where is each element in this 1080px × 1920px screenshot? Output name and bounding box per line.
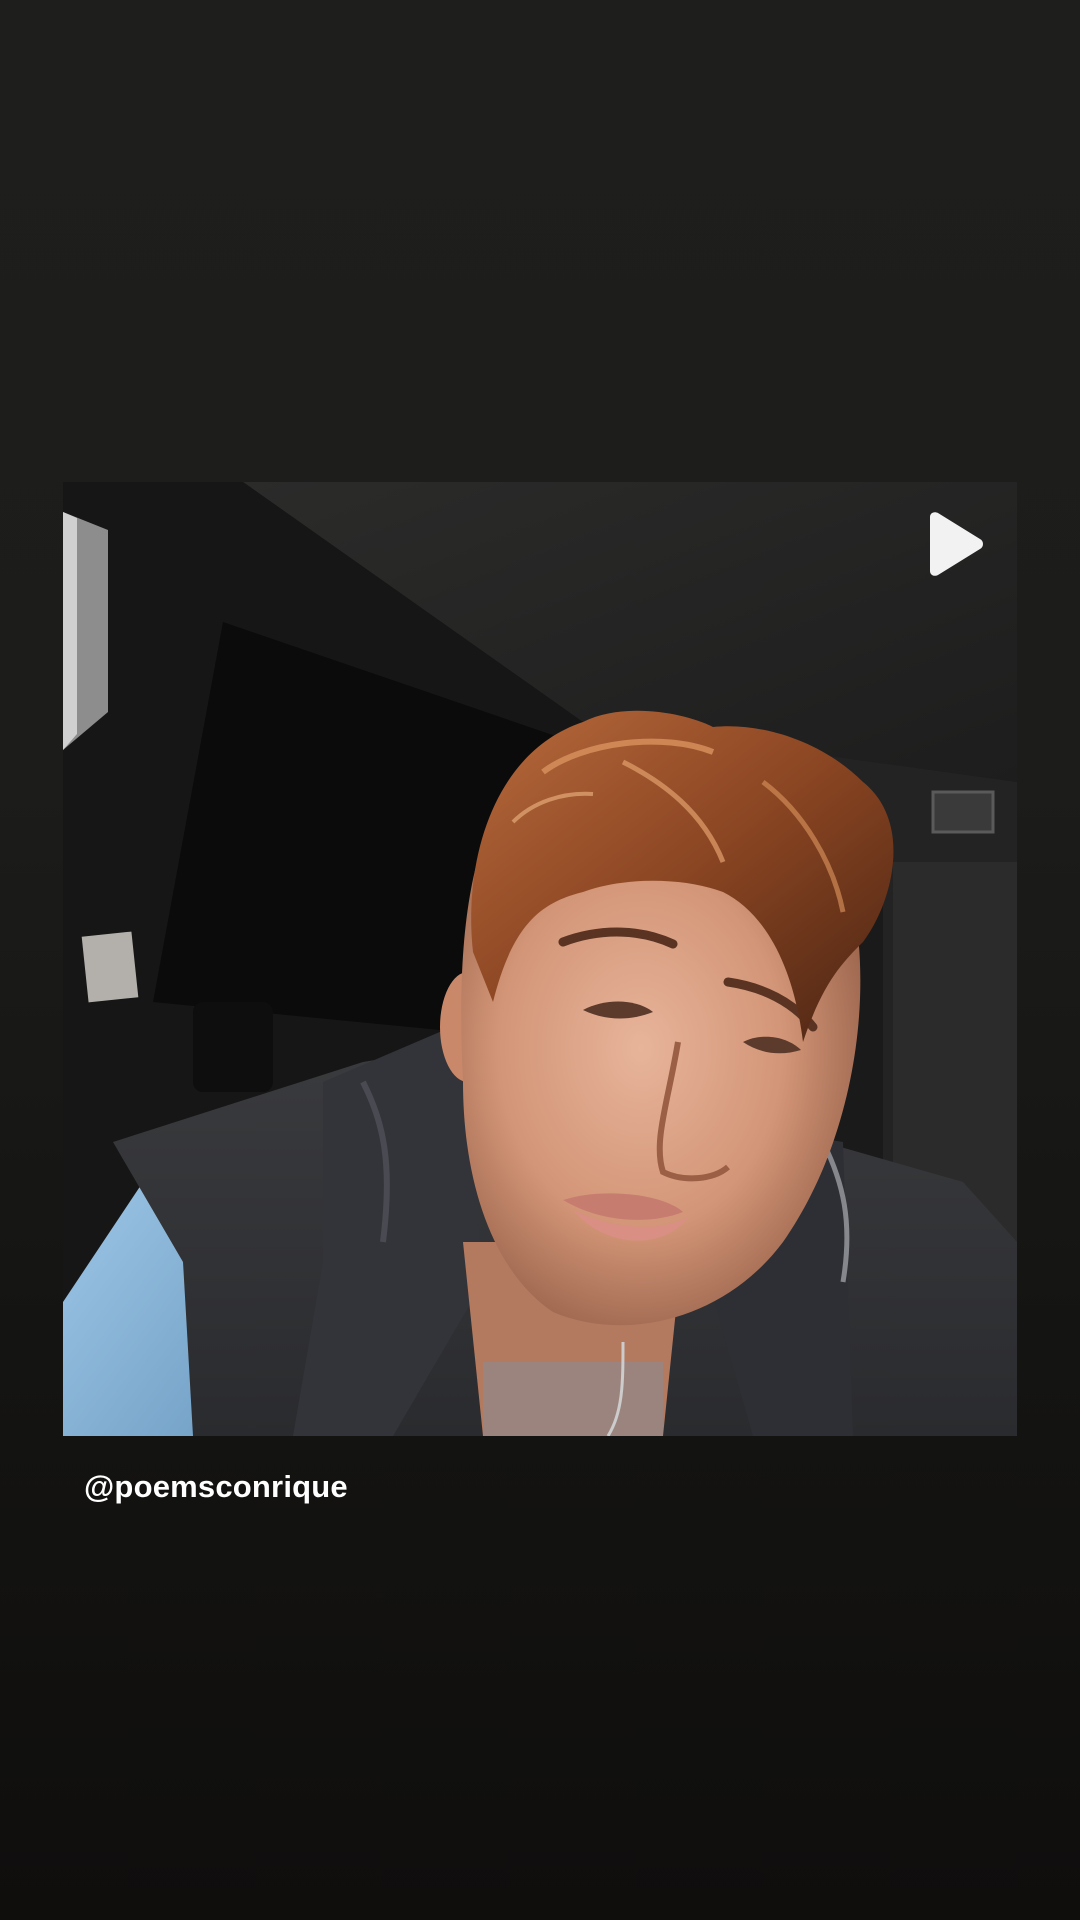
play-button[interactable] <box>920 511 986 577</box>
play-icon <box>930 512 983 576</box>
post-author-username[interactable]: @poemsconrique <box>84 1469 348 1505</box>
shared-post-media[interactable] <box>63 482 1017 1436</box>
selfie-photo <box>63 482 1017 1436</box>
story-screen: @poemsconrique <box>0 0 1080 1920</box>
